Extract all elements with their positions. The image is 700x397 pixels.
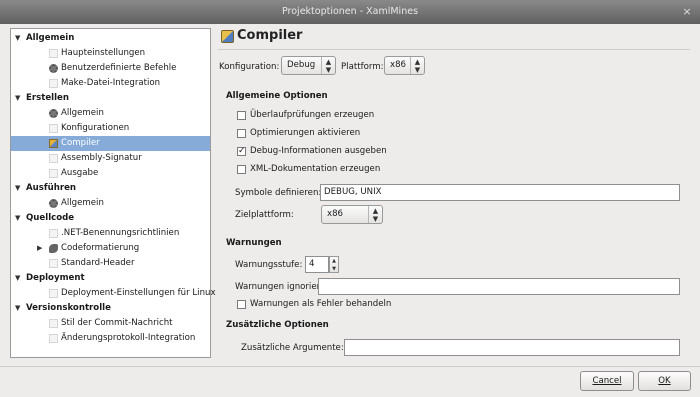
page-icon xyxy=(49,79,58,88)
tree-group-quellcode[interactable]: ▼ Quellcode xyxy=(11,211,210,226)
updown-icon: ▲ ▼ xyxy=(410,57,424,74)
warnungsstufe-value: 4 xyxy=(309,259,315,269)
panel-title: Compiler xyxy=(237,28,303,43)
tree-item-ausfuehren-allgemein[interactable]: Allgemein xyxy=(11,196,210,211)
plattform-value: x86 xyxy=(390,60,407,70)
title-bar: Projektoptionen - XamlMines × xyxy=(0,0,700,24)
zielplattform-value: x86 xyxy=(327,209,344,219)
tree-item-make-datei-integration[interactable]: Make-Datei-Integration xyxy=(11,76,210,91)
collapsed-arrow-icon[interactable]: ▶ xyxy=(37,241,42,256)
gear-icon xyxy=(49,64,58,73)
ignorieren-input[interactable] xyxy=(318,278,680,295)
warnungsstufe-label: Warnungsstufe: xyxy=(235,260,303,270)
optimierungen-checkbox[interactable] xyxy=(237,129,246,138)
ok-button[interactable]: OK xyxy=(638,371,691,391)
fehler-behandeln-checkbox[interactable] xyxy=(237,300,246,309)
compiler-icon xyxy=(221,30,234,43)
cancel-label: Cancel xyxy=(592,376,622,386)
tree-item-codeformatierung[interactable]: ▶ Codeformatierung xyxy=(11,241,210,256)
tree-group-allgemein[interactable]: ▼ Allgemein xyxy=(11,31,210,46)
expand-arrow-icon[interactable]: ▼ xyxy=(15,31,20,46)
tree-group-ausfuehren[interactable]: ▼ Ausführen xyxy=(11,181,210,196)
tree-item-deployment-linux[interactable]: Deployment-Einstellungen für Linux xyxy=(11,286,216,301)
tree-group-versionskontrolle[interactable]: ▼ Versionskontrolle xyxy=(11,301,210,316)
konfiguration-label: Konfiguration: xyxy=(219,62,280,72)
symbole-value: DEBUG, UNIX xyxy=(324,187,382,197)
zusaetzliche-argumente-input[interactable] xyxy=(344,339,680,356)
expand-arrow-icon[interactable]: ▼ xyxy=(15,211,20,226)
page-icon xyxy=(49,154,58,163)
page-icon xyxy=(49,289,58,298)
window-title: Projektoptionen - XamlMines xyxy=(281,6,419,17)
warnungsstufe-input[interactable]: 4 xyxy=(305,256,329,273)
tree-item-compiler[interactable]: Compiler xyxy=(11,136,210,151)
page-icon xyxy=(49,319,58,328)
tree-item-commit-nachricht[interactable]: Stil der Commit-Nachricht xyxy=(11,316,210,331)
symbole-label: Symbole definieren: xyxy=(235,188,322,198)
optimierungen-label[interactable]: Optimierungen aktivieren xyxy=(250,128,360,138)
tree-item-assembly-signatur[interactable]: Assembly-Signatur xyxy=(11,151,210,166)
warnungsstufe-spin[interactable]: ▲ ▼ xyxy=(329,256,339,273)
title-separator xyxy=(218,49,690,50)
debug-info-checkbox[interactable]: ✓ xyxy=(237,147,246,156)
updown-icon: ▲ ▼ xyxy=(321,57,335,74)
tree-item-ausgabe[interactable]: Ausgabe xyxy=(11,166,210,181)
tree-group-deployment[interactable]: ▼ Deployment xyxy=(11,271,210,286)
gear-icon xyxy=(49,199,58,208)
page-icon xyxy=(49,229,58,238)
zusaetzliche-argumente-label: Zusätzliche Argumente: xyxy=(241,343,344,353)
tree-item-haupteinstellungen[interactable]: Haupteinstellungen xyxy=(11,46,210,61)
format-icon xyxy=(49,244,58,253)
expand-arrow-icon[interactable]: ▼ xyxy=(15,301,20,316)
expand-arrow-icon[interactable]: ▼ xyxy=(15,181,20,196)
konfiguration-combo[interactable]: Debug ▲ ▼ xyxy=(281,56,336,75)
tree-group-erstellen[interactable]: ▼ Erstellen xyxy=(11,91,210,106)
expand-arrow-icon[interactable]: ▼ xyxy=(15,271,20,286)
tree-item-benennungsrichtlinien[interactable]: .NET-Benennungsrichtlinien xyxy=(11,226,210,241)
xml-doku-checkbox[interactable] xyxy=(237,165,246,174)
tree-item-erstellen-allgemein[interactable]: Allgemein xyxy=(11,106,210,121)
plattform-label: Plattform: xyxy=(341,62,384,72)
fehler-behandeln-label[interactable]: Warnungen als Fehler behandeln xyxy=(250,299,391,309)
warnungen-heading: Warnungen xyxy=(226,238,282,248)
cancel-button[interactable]: Cancel xyxy=(580,371,634,391)
zielplattform-combo[interactable]: x86 ▲ ▼ xyxy=(321,205,383,224)
page-icon xyxy=(49,259,58,268)
gear-icon xyxy=(49,109,58,118)
page-icon xyxy=(49,124,58,133)
ok-label: OK xyxy=(658,376,671,386)
xml-doku-label[interactable]: XML-Dokumentation erzeugen xyxy=(250,164,380,174)
konfiguration-value: Debug xyxy=(287,60,316,70)
symbole-input[interactable]: DEBUG, UNIX xyxy=(320,184,680,201)
footer-separator xyxy=(0,366,700,367)
close-icon[interactable]: × xyxy=(680,5,694,19)
tree-item-konfigurationen[interactable]: Konfigurationen xyxy=(11,121,210,136)
zusaetzliche-optionen-heading: Zusätzliche Optionen xyxy=(226,320,329,330)
allgemeine-optionen-heading: Allgemeine Optionen xyxy=(226,91,328,101)
tree-item-aenderungsprotokoll[interactable]: Änderungsprotokoll-Integration xyxy=(11,331,210,346)
tree-item-standard-header[interactable]: Standard-Header xyxy=(11,256,210,271)
compiler-icon xyxy=(49,139,58,148)
zielplattform-label: Zielplattform: xyxy=(235,210,294,220)
ueberlauf-checkbox[interactable] xyxy=(237,111,246,120)
plattform-combo[interactable]: x86 ▲ ▼ xyxy=(384,56,425,75)
project-options-window: Projektoptionen - XamlMines × ▼ Allgemei… xyxy=(0,0,700,397)
page-icon xyxy=(49,169,58,178)
ueberlauf-label[interactable]: Überlaufprüfungen erzeugen xyxy=(250,110,374,120)
updown-icon: ▲ ▼ xyxy=(368,206,382,223)
page-icon xyxy=(49,49,58,58)
tree-item-benutzerdefinierte-befehle[interactable]: Benutzerdefinierte Befehle xyxy=(11,61,210,76)
options-tree[interactable]: ▼ Allgemein Haupteinstellungen Benutzerd… xyxy=(10,28,216,358)
debug-info-label[interactable]: Debug-Informationen ausgeben xyxy=(250,146,387,156)
page-icon xyxy=(49,334,58,343)
expand-arrow-icon[interactable]: ▼ xyxy=(15,91,20,106)
